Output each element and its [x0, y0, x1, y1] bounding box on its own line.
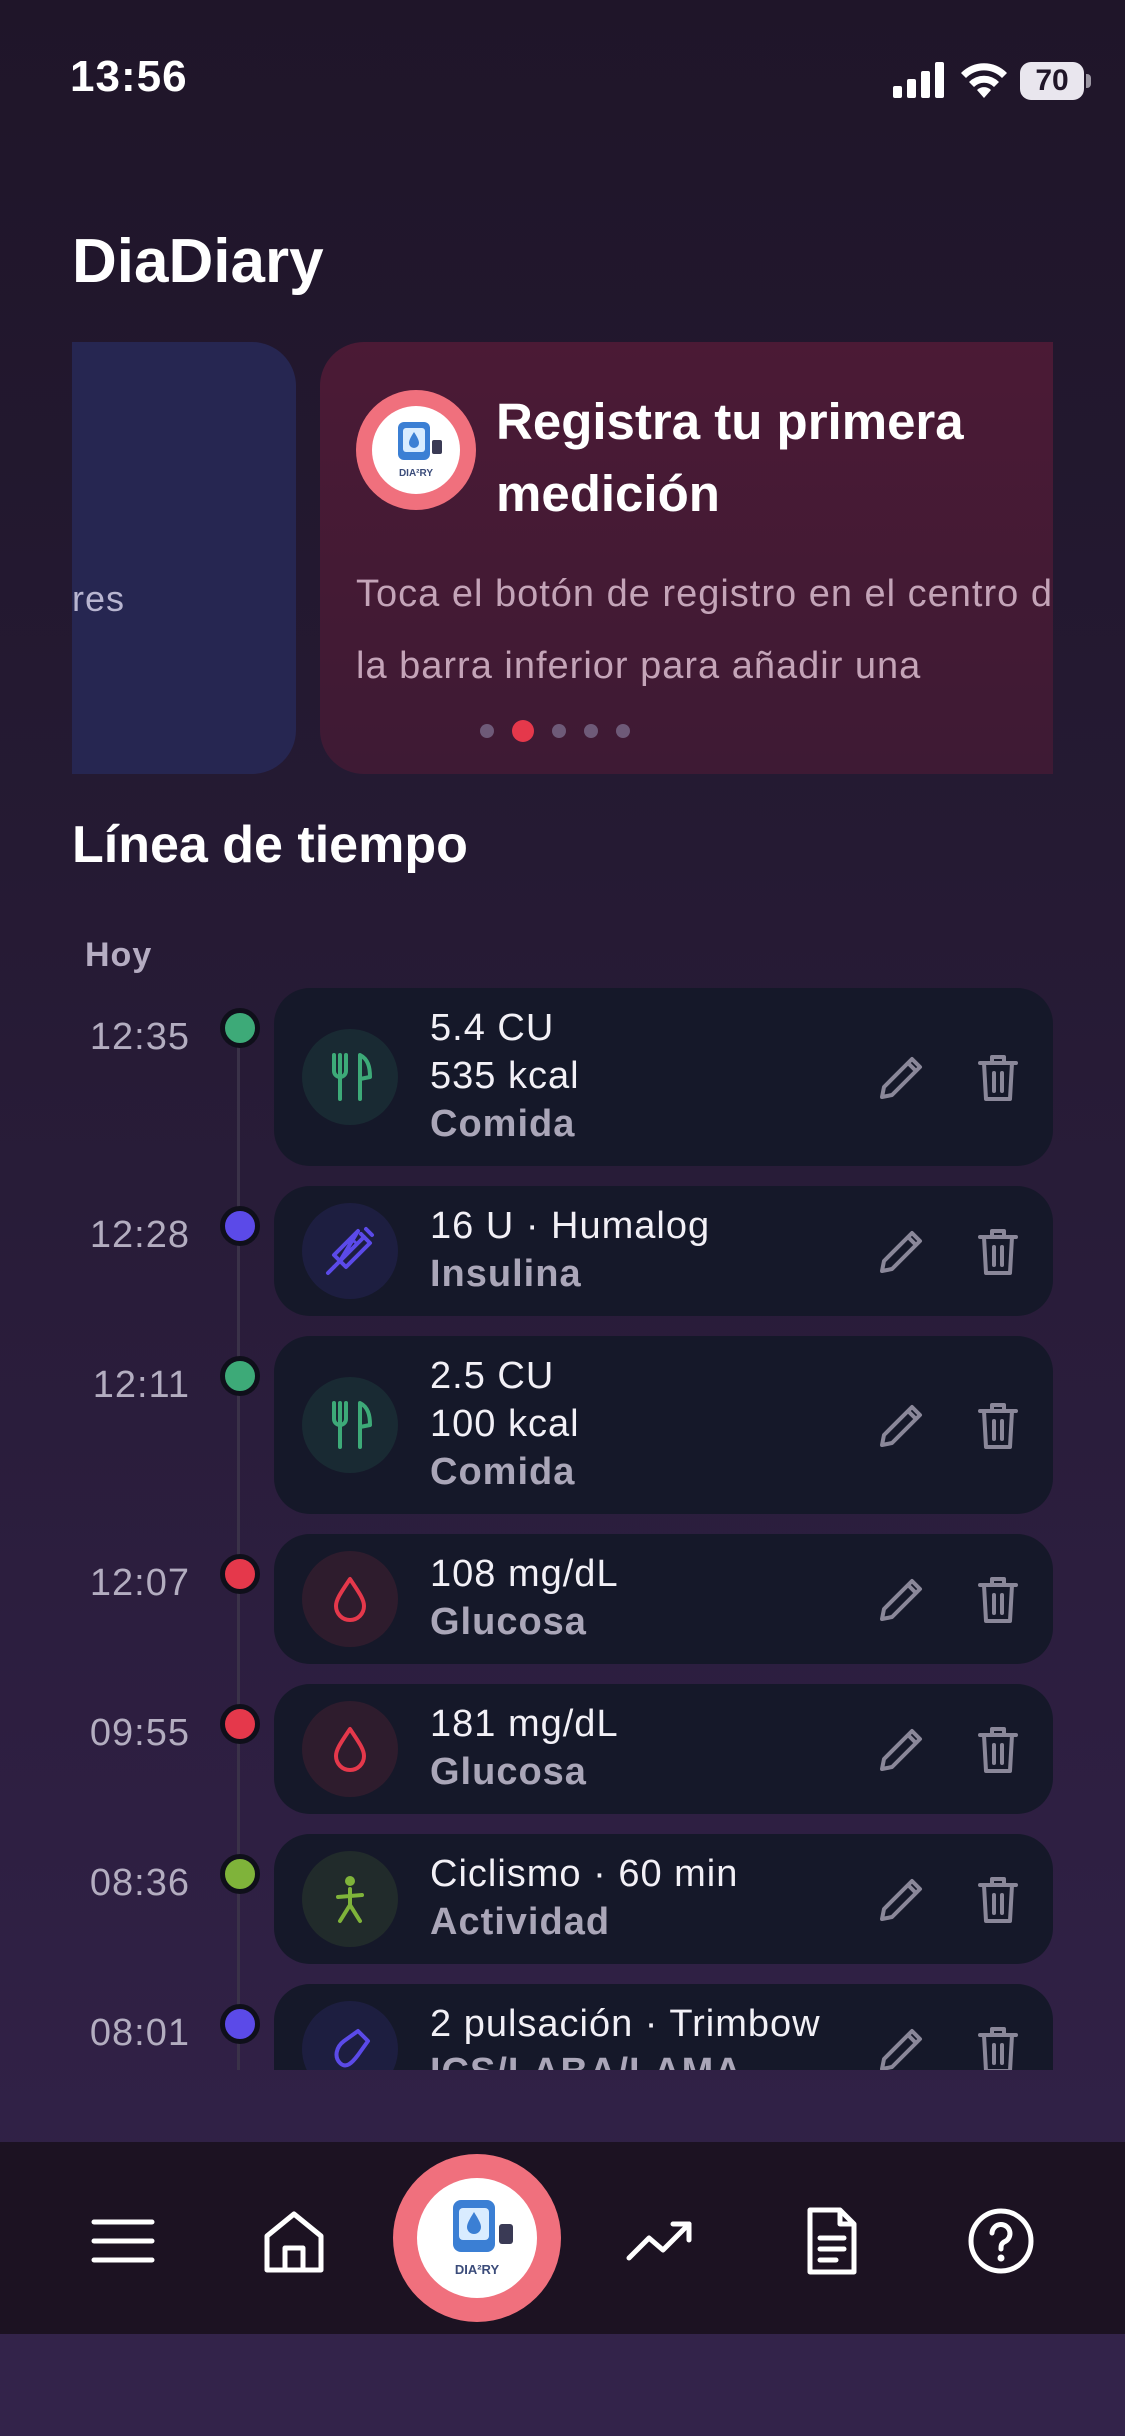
tips-carousel[interactable]: res DIA²RY Registra tu primera medición …	[72, 342, 1053, 774]
timeline-entry-card[interactable]: 2.5 CU 100 kcal Comida	[274, 1336, 1053, 1514]
wifi-icon	[961, 63, 1007, 98]
blood-drop-icon	[302, 1701, 398, 1797]
card-logo-text: DIA²RY	[399, 468, 433, 479]
battery-level: 70	[1020, 62, 1084, 100]
report-document-icon[interactable]	[796, 2206, 866, 2276]
timeline-list[interactable]: 12:35 5.4 CU 535 kcal Comida 12:28 16 U · Hum…	[0, 980, 1125, 2070]
timeline-entry-text: 181 mg/dL Glucosa	[430, 1700, 619, 1796]
trash-icon[interactable]	[970, 1397, 1026, 1453]
timeline-entry-time: 12:07	[89, 1562, 190, 1604]
timeline-entry-type: Actividad	[430, 1901, 611, 1943]
edit-icon[interactable]	[874, 1721, 930, 1777]
trash-icon[interactable]	[970, 1571, 1026, 1627]
timeline-title: Línea de tiempo	[72, 816, 468, 874]
timeline-entry-type: Glucosa	[430, 1751, 587, 1793]
syringe-icon	[302, 1203, 398, 1299]
timeline-entry-time: 08:01	[89, 2012, 190, 2054]
trash-icon[interactable]	[970, 1223, 1026, 1279]
carousel-dot[interactable]	[584, 724, 598, 738]
timeline-entry-value: 16 U · Humalog	[430, 1205, 711, 1247]
timeline-entry-type: Insulina	[430, 1253, 582, 1295]
carousel-dot[interactable]	[552, 724, 566, 738]
help-icon[interactable]	[966, 2206, 1036, 2276]
record-button[interactable]: DIA²RY	[393, 2154, 561, 2322]
carousel-page-indicator[interactable]	[480, 716, 630, 746]
trash-icon[interactable]	[970, 2021, 1026, 2070]
fork-knife-icon	[302, 1377, 398, 1473]
timeline-entry-type: Comida	[430, 1103, 576, 1145]
timeline-entry-card[interactable]: 16 U · Humalog Insulina	[274, 1186, 1053, 1316]
timeline-dot	[220, 1704, 260, 1744]
trash-icon[interactable]	[970, 1049, 1026, 1105]
walking-person-icon	[302, 1851, 398, 1947]
timeline-entry-time: 08:36	[89, 1862, 190, 1904]
timeline-entry-value: 2.5 CU	[430, 1355, 555, 1397]
home-icon[interactable]	[259, 2206, 329, 2276]
inhaler-icon	[302, 2001, 398, 2070]
timeline-entry-card[interactable]: 181 mg/dL Glucosa	[274, 1684, 1053, 1814]
timeline-entry-text: 2.5 CU 100 kcal Comida	[430, 1352, 580, 1496]
timeline-entry-time: 12:28	[89, 1214, 190, 1256]
fork-knife-icon	[302, 1029, 398, 1125]
app-logo-icon: DIA²RY	[356, 390, 476, 510]
trend-chart-icon[interactable]	[625, 2206, 695, 2276]
carousel-card-text: Toca el botón de registro en el centro d…	[356, 573, 1053, 687]
timeline-entry-card[interactable]: 5.4 CU 535 kcal Comida	[274, 988, 1053, 1166]
carousel-card-previous-text: res	[72, 578, 126, 619]
trash-icon[interactable]	[970, 1871, 1026, 1927]
edit-icon[interactable]	[874, 1571, 930, 1627]
timeline-dot	[220, 1008, 260, 1048]
nav-logo-text: DIA²RY	[455, 2262, 500, 2277]
timeline-entry-card[interactable]: 2 pulsación · Trimbow ICS/LABA/LAMA	[274, 1984, 1053, 2070]
carousel-card-previous[interactable]: res	[72, 342, 296, 774]
bottom-nav: DIA²RY	[0, 2142, 1125, 2334]
carousel-dot[interactable]	[480, 724, 494, 738]
timeline-entry-text: Ciclismo · 60 min Actividad	[430, 1850, 738, 1946]
carousel-card-first-measurement[interactable]: DIA²RY Registra tu primera medición Toca…	[320, 342, 1053, 774]
timeline-dot	[220, 1554, 260, 1594]
timeline-entry-text: 108 mg/dL Glucosa	[430, 1550, 619, 1646]
timeline-day-label: Hoy	[85, 936, 153, 974]
timeline-entry-type: Comida	[430, 1451, 576, 1493]
timeline-entry-type: ICS/LABA/LAMA	[430, 2048, 821, 2070]
app-title: DiaDiary	[72, 227, 324, 296]
timeline-dot	[220, 2004, 260, 2044]
timeline-entry-time: 09:55	[89, 1712, 190, 1754]
timeline-entry-text: 5.4 CU 535 kcal Comida	[430, 1004, 580, 1148]
timeline-entry-value: 108 mg/dL	[430, 1553, 619, 1595]
timeline-entry-text: 16 U · Humalog Insulina	[430, 1202, 710, 1298]
menu-icon[interactable]	[88, 2206, 158, 2276]
timeline-entry-value: 100 kcal	[430, 1403, 580, 1445]
carousel-card-title: Registra tu primera medición	[496, 393, 964, 522]
timeline-entry-value: 2 pulsación · Trimbow	[430, 2003, 821, 2045]
timeline-entry-type: Glucosa	[430, 1601, 587, 1643]
trash-icon[interactable]	[970, 1721, 1026, 1777]
app-logo-icon: DIA²RY	[453, 2200, 513, 2277]
timeline-dot	[220, 1356, 260, 1396]
timeline-entry-text: 2 pulsación · Trimbow ICS/LABA/LAMA	[430, 2000, 821, 2070]
edit-icon[interactable]	[874, 2021, 930, 2070]
timeline-dot	[220, 1206, 260, 1246]
cellular-signal-icon	[893, 62, 944, 98]
home-indicator-area	[0, 2334, 1125, 2436]
edit-icon[interactable]	[874, 1397, 930, 1453]
timeline-entry-card[interactable]: Ciclismo · 60 min Actividad	[274, 1834, 1053, 1964]
timeline-entry-value: 181 mg/dL	[430, 1703, 619, 1745]
timeline-entry-card[interactable]: 108 mg/dL Glucosa	[274, 1534, 1053, 1664]
timeline-dot	[220, 1854, 260, 1894]
status-bar: 13:56 70	[0, 0, 1125, 160]
edit-icon[interactable]	[874, 1049, 930, 1105]
blood-drop-icon	[302, 1551, 398, 1647]
timeline-entry-time: 12:11	[92, 1364, 190, 1406]
timeline-entry-time: 12:35	[89, 1016, 190, 1058]
battery-icon: 70	[1020, 62, 1092, 100]
edit-icon[interactable]	[874, 1871, 930, 1927]
carousel-dot[interactable]	[512, 720, 534, 742]
edit-icon[interactable]	[874, 1223, 930, 1279]
timeline-entry-value: 535 kcal	[430, 1055, 580, 1097]
timeline-entry-value: Ciclismo · 60 min	[430, 1853, 739, 1895]
status-time: 13:56	[70, 52, 188, 101]
carousel-dot[interactable]	[616, 724, 630, 738]
timeline-entry-value: 5.4 CU	[430, 1007, 555, 1049]
